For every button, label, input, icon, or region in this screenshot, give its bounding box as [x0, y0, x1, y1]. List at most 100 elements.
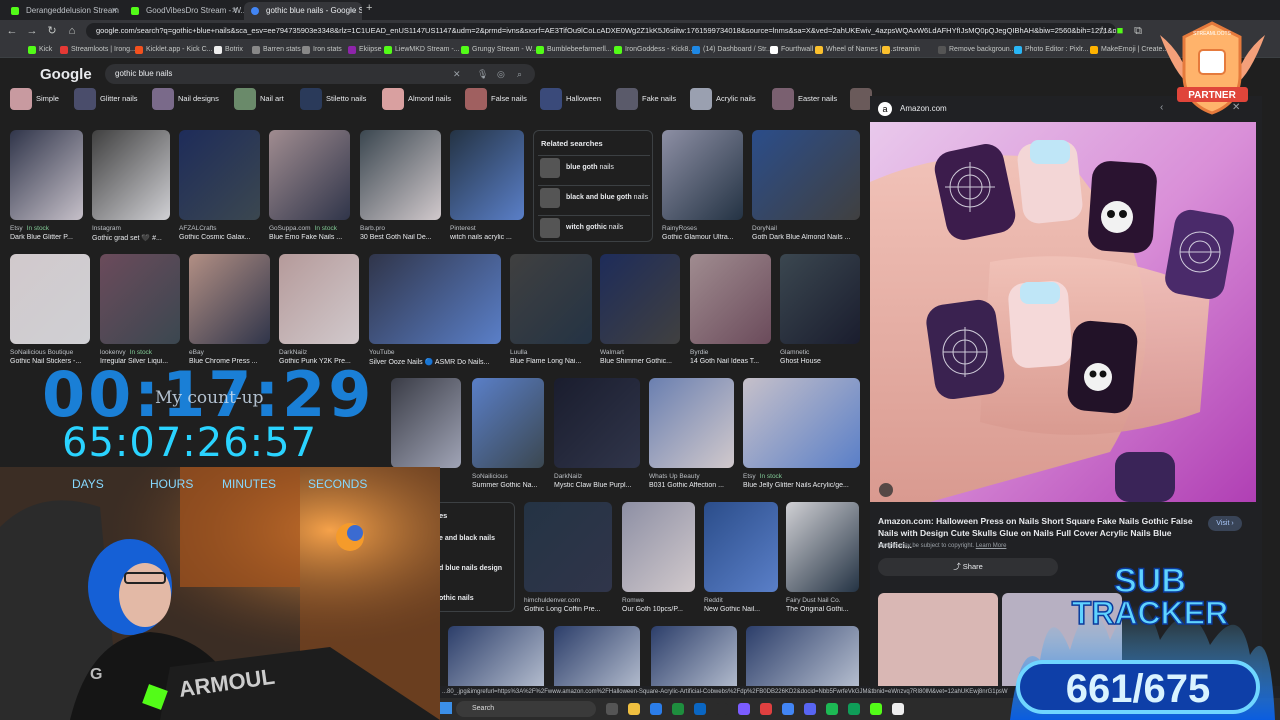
- result-title[interactable]: Goth Dark Blue Almond Nails ...: [752, 234, 860, 241]
- result-title[interactable]: B031 Gothic Affection ...: [649, 482, 734, 489]
- result-source[interactable]: SoNailicious: [472, 473, 544, 480]
- result-thumbnail[interactable]: [510, 254, 592, 344]
- result-title[interactable]: Dark Blue Glitter P...: [10, 234, 83, 241]
- bookmark-item[interactable]: Photo Editor : Pixlr...: [1014, 44, 1088, 56]
- related-item[interactable]: black and blue goth nails: [538, 185, 650, 209]
- result-source[interactable]: lookenvy In stock: [100, 349, 180, 356]
- result-thumbnail[interactable]: [554, 378, 640, 468]
- bookmark-item[interactable]: Remove backgroun...: [938, 44, 1016, 56]
- result-title[interactable]: Gothic grad set 🖤 #...: [92, 234, 170, 242]
- result-title[interactable]: witch nails acrylic ...: [450, 234, 524, 241]
- result-thumbnail[interactable]: [360, 130, 441, 220]
- chip-fake-nails[interactable]: Fake nails: [616, 88, 676, 110]
- result-source[interactable]: eBay: [189, 349, 270, 356]
- taskbar-app-icon[interactable]: [760, 703, 772, 715]
- result-title[interactable]: The Original Gothi...: [786, 606, 859, 613]
- bookmark-item[interactable]: Grungy Stream - W...: [461, 44, 538, 56]
- bookmark-item[interactable]: Bumblebeefarmerll...: [536, 44, 612, 56]
- taskbar-app-icon[interactable]: [694, 703, 706, 715]
- result-source[interactable]: Etsy In stock: [743, 473, 860, 480]
- result-source[interactable]: Pinterest: [450, 225, 524, 232]
- url-field[interactable]: google.com/search?q=gothic+blue+nails&sc…: [86, 23, 1116, 39]
- taskbar-app-icon[interactable]: [804, 703, 816, 715]
- result-title[interactable]: Summer Gothic Na...: [472, 482, 544, 489]
- bookmark-item[interactable]: Barren stats: [252, 44, 301, 56]
- tab-derangeddelusion[interactable]: Derangeddelusion Stream ✕: [4, 2, 124, 20]
- close-icon[interactable]: ✕: [111, 2, 118, 20]
- taskbar-app-icon[interactable]: [650, 703, 662, 715]
- result-source[interactable]: Byrdie: [690, 349, 771, 356]
- result-source[interactable]: SoNailicious Boutique: [10, 349, 90, 356]
- bookmark-item[interactable]: IronGoddess - Kick8...: [614, 44, 694, 56]
- result-thumbnail[interactable]: [752, 130, 860, 220]
- tab-google-search[interactable]: gothic blue nails - Google Sear ✕: [244, 2, 362, 20]
- bookmark-star-icon[interactable]: ☆: [1094, 23, 1110, 39]
- related-item[interactable]: blue goth nails: [538, 155, 650, 179]
- new-tab-icon[interactable]: +: [366, 2, 372, 14]
- windows-start-icon[interactable]: [440, 702, 452, 714]
- taskbar-search[interactable]: Search: [456, 701, 596, 717]
- result-title[interactable]: Gothic Cosmic Galax...: [179, 234, 260, 241]
- bookmark-item[interactable]: Iron stats: [302, 44, 342, 56]
- chip-acrylic-nails[interactable]: Acrylic nails: [690, 88, 756, 110]
- chip-false-nails[interactable]: False nails: [465, 88, 527, 110]
- chip-stiletto-nails[interactable]: Stiletto nails: [300, 88, 366, 110]
- taskbar-app-icon[interactable]: [716, 703, 728, 715]
- result-title[interactable]: Blue Emo Fake Nails ...: [269, 234, 350, 241]
- result-title[interactable]: 30 Best Goth Nail De...: [360, 234, 441, 241]
- search-icon[interactable]: ⌕: [517, 64, 522, 84]
- mic-icon[interactable]: 🎙: [477, 64, 488, 84]
- result-source[interactable]: himchuldenver.com: [524, 597, 612, 604]
- result-title[interactable]: Blue Shimmer Gothic...: [600, 358, 680, 365]
- result-thumbnail[interactable]: [662, 130, 743, 220]
- related-item[interactable]: e and black nails: [439, 535, 495, 542]
- result-source[interactable]: Instagram: [92, 225, 170, 232]
- chip-simple[interactable]: Simple: [10, 88, 59, 110]
- visit-button[interactable]: Visit ›: [1208, 516, 1242, 531]
- taskbar-app-icon[interactable]: [672, 703, 684, 715]
- result-title[interactable]: Our Goth 10pcs/P...: [622, 606, 695, 613]
- result-source[interactable]: Luulla: [510, 349, 592, 356]
- result-source[interactable]: YouTube: [369, 349, 501, 356]
- result-thumbnail[interactable]: [690, 254, 771, 344]
- bookmark-item[interactable]: Streamloots | Irong...: [60, 44, 136, 56]
- result-thumbnail[interactable]: [472, 378, 544, 468]
- result-title[interactable]: Blue Jelly Glitter Nails Acrylic/ge...: [743, 482, 860, 489]
- home-icon[interactable]: ⌂: [64, 23, 80, 39]
- result-source[interactable]: DarkNailz: [554, 473, 640, 480]
- bookmark-item[interactable]: (14) Dashboard / Str...: [692, 44, 772, 56]
- taskbar-app-icon[interactable]: [738, 703, 750, 715]
- search-input[interactable]: gothic blue nails ✕ 🎙 ◎ ⌕: [105, 64, 535, 84]
- taskbar-app-icon[interactable]: [848, 703, 860, 715]
- result-title[interactable]: Gothic Glamour Ultra...: [662, 234, 743, 241]
- result-title[interactable]: Blue Flame Long Nai...: [510, 358, 592, 365]
- taskbar-app-icon[interactable]: [606, 703, 618, 715]
- result-source[interactable]: Fairy Dust Nail Co.: [786, 597, 859, 604]
- taskbar-app-icon[interactable]: [628, 703, 640, 715]
- related-item[interactable]: witch gothic nails: [538, 215, 650, 239]
- result-source[interactable]: GoSuppa.com In stock: [269, 225, 350, 232]
- result-thumbnail[interactable]: [600, 254, 680, 344]
- bookmark-item[interactable]: Kick: [28, 44, 52, 56]
- chip-halloween[interactable]: Halloween: [540, 88, 601, 110]
- forward-icon[interactable]: →: [24, 23, 40, 39]
- result-title[interactable]: Ghost House: [780, 358, 860, 365]
- result-source[interactable]: DoryNail: [752, 225, 860, 232]
- bookmark-item[interactable]: Ekiipse: [348, 44, 382, 56]
- tab-goodvibesdro[interactable]: GoodVibesDro Stream - W... ✕: [124, 2, 244, 20]
- bookmark-item[interactable]: streamin: [882, 44, 920, 56]
- result-thumbnail[interactable]: [10, 130, 83, 220]
- result-thumbnail[interactable]: [743, 378, 860, 468]
- chip-nail-art[interactable]: Nail art: [234, 88, 284, 110]
- result-thumbnail[interactable]: [92, 130, 170, 220]
- taskbar-app-icon[interactable]: [782, 703, 794, 715]
- learn-more-link[interactable]: Learn More: [976, 543, 1007, 549]
- result-title[interactable]: Mystic Claw Blue Purpl...: [554, 482, 640, 489]
- extension-icon[interactable]: ■: [1112, 23, 1128, 39]
- result-source[interactable]: Romwe: [622, 597, 695, 604]
- preview-image[interactable]: [870, 122, 1256, 502]
- result-thumbnail[interactable]: [391, 378, 461, 468]
- result-source[interactable]: RainyRoses: [662, 225, 743, 232]
- close-icon[interactable]: ✕: [231, 2, 238, 20]
- result-source[interactable]: DarkNailz: [279, 349, 359, 356]
